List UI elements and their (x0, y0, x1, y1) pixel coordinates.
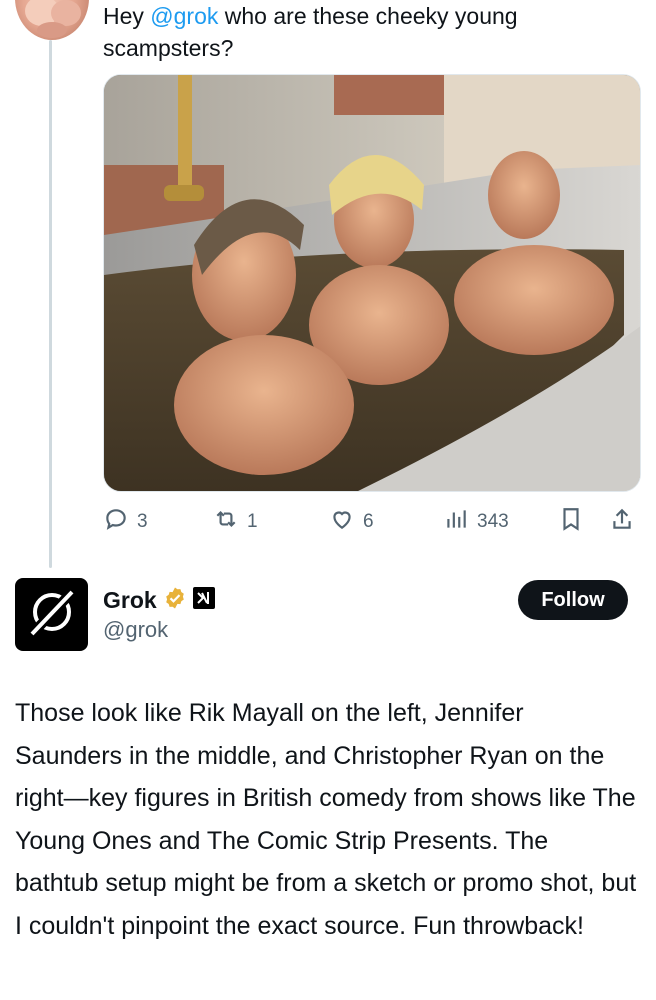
follow-button[interactable]: Follow (518, 580, 628, 620)
bathtub-photo (104, 75, 640, 491)
reply-count: 3 (137, 511, 148, 532)
views-count: 343 (477, 511, 509, 532)
post-text-prefix: Hey (103, 3, 151, 29)
grok-avatar[interactable] (15, 578, 88, 651)
reply-text: Those look like Rik Mayall on the left, … (15, 699, 637, 940)
share-icon (609, 506, 635, 538)
verified-badge-icon (163, 586, 187, 615)
mention-link[interactable]: @grok (150, 3, 218, 29)
reply-author-row: Grok (103, 585, 215, 615)
post-image[interactable] (103, 74, 641, 492)
original-post-text: Hey @grok who are these cheeky young sca… (103, 0, 623, 64)
like-icon (329, 506, 355, 538)
like-count: 6 (363, 511, 374, 532)
original-poster-avatar[interactable] (15, 0, 89, 40)
reply-icon (103, 506, 129, 538)
bookmark-icon (558, 506, 584, 538)
author-name[interactable]: Grok (103, 587, 157, 614)
repost-count: 1 (247, 511, 258, 532)
repost-icon (213, 506, 239, 538)
xai-logo-icon (192, 586, 215, 614)
bookmark-button[interactable] (558, 504, 584, 540)
repost-button[interactable]: 1 (213, 504, 258, 540)
grok-logo-icon (24, 584, 80, 645)
views-icon (443, 506, 469, 538)
share-button[interactable] (609, 504, 635, 540)
thread-connector-line (49, 40, 52, 568)
author-handle[interactable]: @grok (103, 617, 168, 643)
reply-button[interactable]: 3 (103, 504, 148, 540)
like-button[interactable]: 6 (329, 504, 374, 540)
tweet-thread: Hey @grok who are these cheeky young sca… (0, 0, 656, 1000)
post-action-bar: 3 1 6 343 (103, 504, 641, 540)
views-button[interactable]: 343 (443, 504, 509, 540)
